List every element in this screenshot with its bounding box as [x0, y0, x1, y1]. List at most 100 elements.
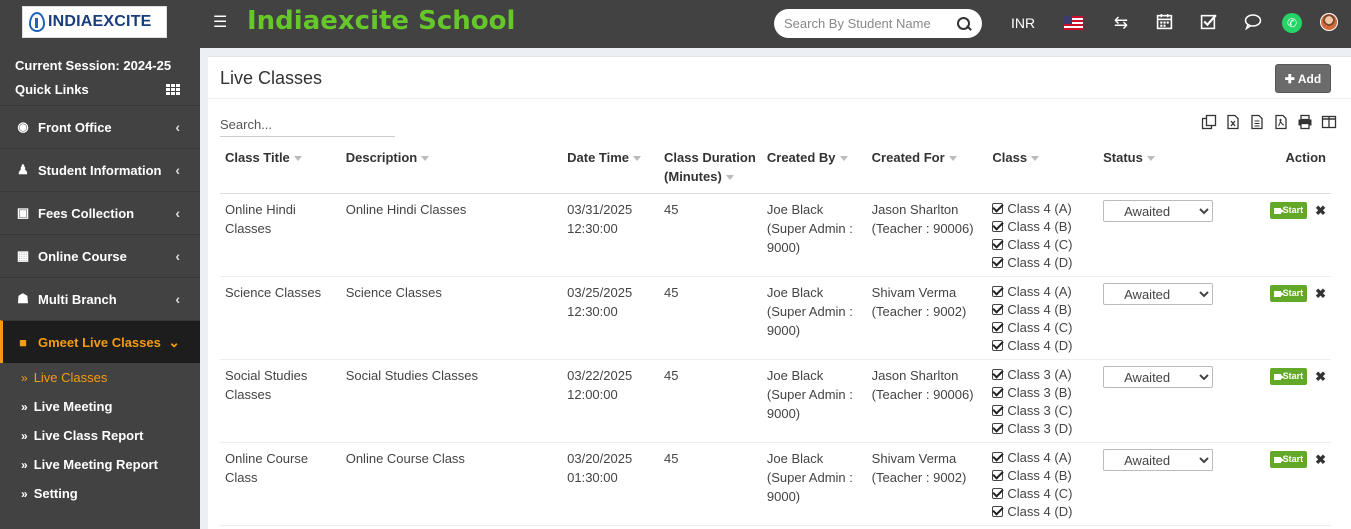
class-label: Class 4 (D) [1007, 338, 1073, 353]
class-entry: Class 4 (A) [992, 200, 1093, 218]
class-label: Class 3 (D) [1007, 421, 1073, 436]
checked-icon [992, 506, 1004, 517]
column-header-created-by[interactable]: Created By [761, 146, 867, 194]
cell-class-title: Online Hindi Classes [220, 193, 341, 277]
whatsapp-icon[interactable]: ✆ [1282, 13, 1302, 33]
date-text: 03/31/2025 [567, 202, 633, 217]
pdf-icon[interactable] [1273, 114, 1291, 130]
class-entry: Class 4 (D) [992, 503, 1093, 521]
submenu-item-setting[interactable]: » Setting [0, 479, 200, 508]
checked-icon [992, 286, 1004, 297]
column-header-status[interactable]: Status [1098, 146, 1219, 194]
tasks-icon[interactable] [1198, 13, 1218, 33]
chevron-left-icon: ‹ [175, 119, 180, 135]
table-row: Social Studies Classes Social Studies Cl… [220, 359, 1331, 443]
double-chevron-icon: » [21, 399, 28, 414]
cell-created-by: Joe Black (Super Admin : 9000) [761, 442, 867, 526]
status-select[interactable]: Awaited [1103, 200, 1214, 222]
cell-created-for: Jason Sharlton (Teacher : 90006) [866, 359, 988, 443]
calendar-icon[interactable] [1154, 13, 1174, 33]
sort-icon [633, 156, 642, 162]
video-camera-icon [1273, 290, 1284, 297]
column-header-label: Created For [871, 150, 945, 165]
class-label: Class 3 (C) [1007, 403, 1073, 418]
delete-icon[interactable]: ✖ [1315, 285, 1326, 302]
flag-us-icon[interactable] [1064, 16, 1083, 30]
submenu-item-live-meeting[interactable]: » Live Meeting [0, 392, 200, 421]
sidebar-item-fees-collection[interactable]: ▣ Fees Collection ‹ [0, 191, 200, 234]
status-select[interactable]: Awaited [1103, 449, 1214, 471]
column-header-label: Description [345, 150, 418, 165]
checked-icon [992, 257, 1004, 268]
start-button[interactable]: Start [1269, 368, 1308, 385]
table-row: Online Hindi Classes Online Hindi Classe… [220, 193, 1331, 277]
grid-icon[interactable] [166, 84, 180, 95]
column-header-label: Action [1285, 150, 1326, 165]
sort-icon [1031, 156, 1040, 162]
cell-created-for: Jason Sharlton (Teacher : 90006) [866, 193, 988, 277]
currency-selector[interactable]: INR [1011, 15, 1035, 31]
cell-action: Start ✖ [1218, 193, 1331, 277]
chat-icon[interactable] [1243, 13, 1263, 33]
class-label: Class 4 (A) [1007, 201, 1072, 216]
table-row: Online Course Class Online Course Class … [220, 442, 1331, 526]
column-header-description[interactable]: Description [340, 146, 563, 194]
class-entry: Class 4 (D) [992, 254, 1093, 272]
column-header-class[interactable]: Class [987, 146, 1099, 194]
column-header-class-title[interactable]: Class Title [220, 146, 341, 194]
quick-links-label[interactable]: Quick Links [15, 82, 89, 97]
delete-icon[interactable]: ✖ [1315, 451, 1326, 468]
sidebar-item-online-course[interactable]: ▦ Online Course ‹ [0, 234, 200, 277]
sidebar-item-multi-branch[interactable]: ☗ Multi Branch ‹ [0, 277, 200, 320]
delete-icon[interactable]: ✖ [1315, 368, 1326, 385]
column-header-label: Created By [766, 150, 836, 165]
delete-icon[interactable]: ✖ [1315, 202, 1326, 219]
sort-icon [948, 156, 957, 162]
class-entry: Class 3 (B) [992, 384, 1093, 402]
table-search-input[interactable] [220, 115, 395, 137]
start-button[interactable]: Start [1269, 451, 1308, 468]
status-select[interactable]: Awaited [1103, 283, 1214, 305]
cell-action: Start ✖ [1218, 442, 1331, 526]
columns-icon[interactable] [1321, 114, 1339, 130]
class-entry: Class 4 (A) [992, 283, 1093, 301]
add-button[interactable]: ✚ Add [1275, 64, 1331, 93]
excel-icon[interactable] [1225, 114, 1243, 130]
cell-created-for: Shivam Verma (Teacher : 9002) [866, 442, 988, 526]
cell-created-by: Joe Black (Super Admin : 9000) [761, 276, 867, 360]
logo-mark-icon [29, 12, 45, 32]
double-chevron-icon: » [21, 428, 28, 443]
submenu-item-live-classes[interactable]: » Live Classes [0, 363, 200, 392]
column-header-duration[interactable]: Class Duration (Minutes) [659, 146, 762, 194]
search-icon[interactable] [956, 16, 972, 32]
column-header-created-for[interactable]: Created For [866, 146, 988, 194]
chevron-left-icon: ‹ [175, 162, 180, 178]
class-label: Class 4 (C) [1007, 486, 1073, 501]
top-navbar: INDIAEXCITE ☰ Indiaexcite School INR ⇆ ✆ [0, 0, 1351, 48]
menu-icon[interactable]: ☰ [213, 15, 227, 31]
submenu-item-live-class-report[interactable]: » Live Class Report [0, 421, 200, 450]
student-search-input[interactable] [784, 16, 944, 31]
sidebar-item-student-information[interactable]: ♟ Student Information ‹ [0, 148, 200, 191]
sidebar-item-gmeet-live-classes[interactable]: ■ Gmeet Live Classes ⌄ [0, 320, 200, 363]
csv-icon[interactable] [1249, 114, 1267, 130]
cell-date-time: 03/25/2025 12:30:00 [562, 276, 660, 360]
submenu-item-live-meeting-report[interactable]: » Live Meeting Report [0, 450, 200, 479]
sidebar-item-label: Online Course [38, 248, 127, 264]
sidebar-item-front-office[interactable]: ◉ Front Office ‹ [0, 105, 200, 148]
sitemap-icon: ☗ [17, 291, 29, 306]
time-text: 12:30:00 [567, 221, 618, 236]
avatar[interactable] [1320, 13, 1338, 31]
logo-container: INDIAEXCITE [0, 0, 200, 48]
logo[interactable]: INDIAEXCITE [22, 6, 167, 38]
copy-icon[interactable] [1201, 114, 1219, 130]
start-button[interactable]: Start [1269, 285, 1308, 302]
sidebar-item-label: Fees Collection [38, 205, 135, 221]
column-header-label: Class Duration (Minutes) [664, 150, 756, 184]
start-button[interactable]: Start [1269, 202, 1308, 219]
swap-icon[interactable]: ⇆ [1111, 13, 1131, 33]
status-select[interactable]: Awaited [1103, 366, 1214, 388]
column-header-date-time[interactable]: Date Time [562, 146, 660, 194]
column-header-action: Action [1218, 146, 1331, 194]
print-icon[interactable] [1297, 114, 1315, 130]
